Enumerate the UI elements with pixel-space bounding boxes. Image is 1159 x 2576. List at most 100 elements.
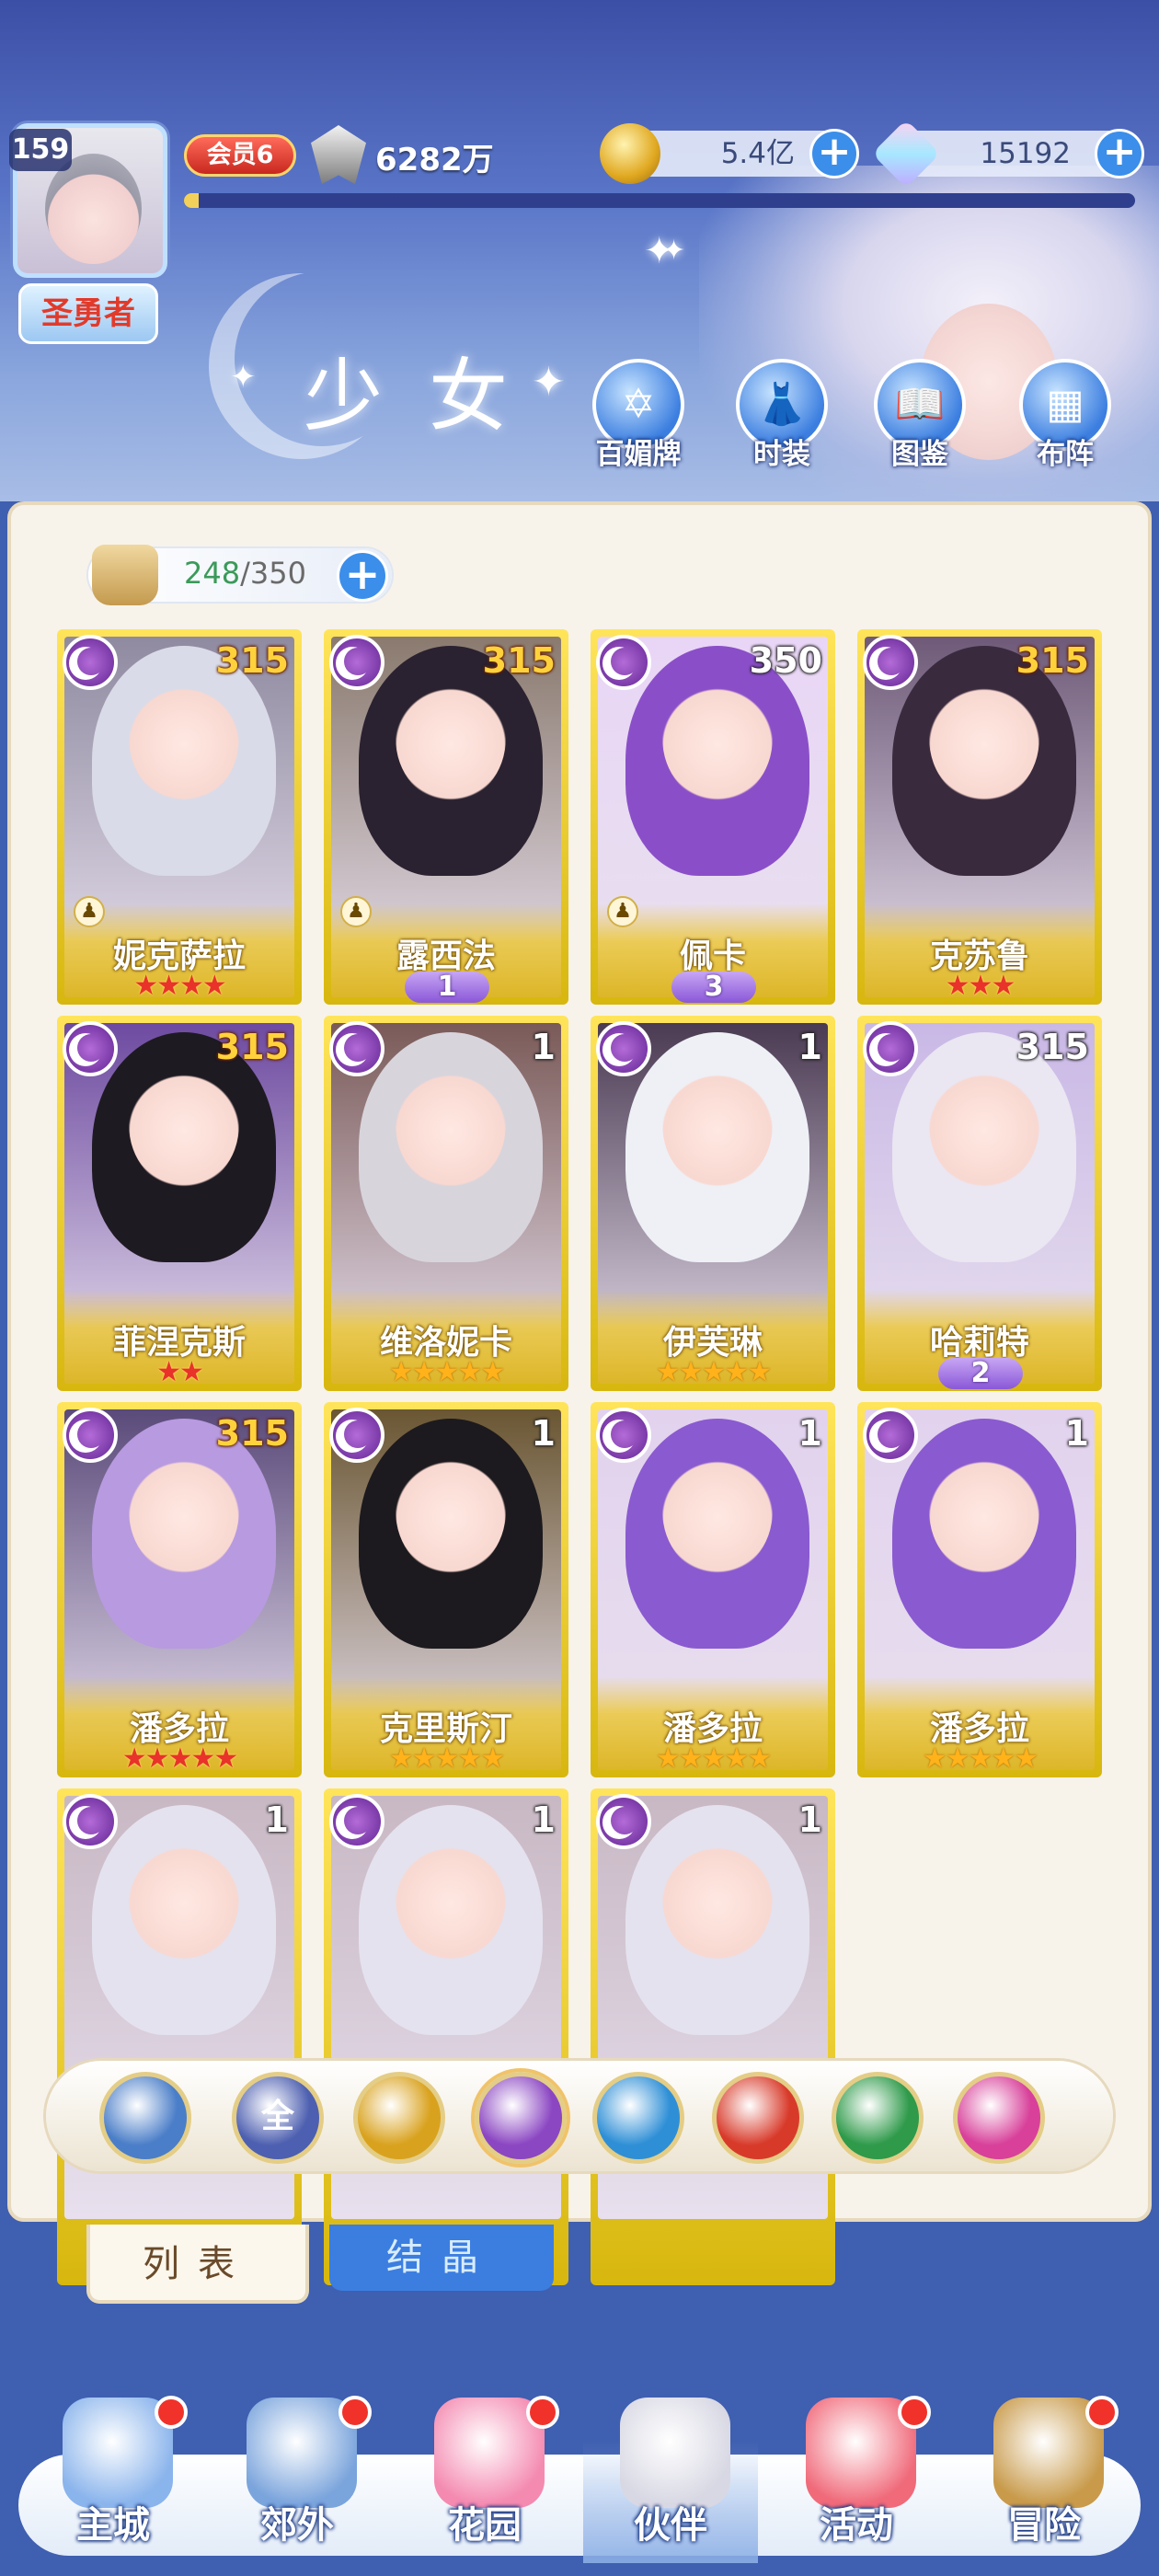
moon-element-icon <box>596 635 651 690</box>
character-card[interactable]: 315 哈莉特 2 <box>857 1016 1102 1391</box>
star-rating: ★★ <box>156 1356 204 1388</box>
moon-element-icon <box>596 1794 651 1849</box>
moon-filter-button[interactable] <box>475 2072 567 2164</box>
nav-item[interactable]: 郊外 <box>210 2388 384 2563</box>
character-card[interactable]: 315 潘多拉 ★★★★★ <box>57 1402 302 1777</box>
formation-button[interactable]: ▦ 布阵 <box>1006 359 1124 478</box>
costume-button[interactable]: 👗 时装 <box>723 359 841 478</box>
gold-coin-icon <box>600 123 660 184</box>
player-level: 159 <box>9 129 72 171</box>
character-level: 1 <box>1064 1413 1089 1454</box>
character-card[interactable]: 315 ♟ 露西法 1 <box>324 629 568 1005</box>
character-level: 1 <box>531 1413 556 1454</box>
bag-icon <box>92 545 158 605</box>
star-rating: ★★★★★ <box>388 1742 505 1775</box>
power-icon <box>311 125 366 184</box>
character-card[interactable]: 350 ♟ 佩卡 3 <box>591 629 835 1005</box>
chaos-filter-button[interactable] <box>953 2072 1045 2164</box>
nav-label: 活动 <box>820 2504 893 2547</box>
moon-element-icon <box>329 1794 384 1849</box>
notification-dot <box>526 2396 559 2429</box>
character-card[interactable]: 1 伊芙琳 ★★★★★ <box>591 1016 835 1391</box>
nav-label: 花园 <box>448 2504 522 2547</box>
character-card[interactable]: 1 克里斯汀 ★★★★★ <box>324 1402 568 1777</box>
nav-item[interactable]: 冒险 <box>957 2388 1131 2563</box>
character-card[interactable]: 1 <box>57 1788 302 2285</box>
character-face <box>396 673 506 802</box>
class-filter-button[interactable] <box>99 2072 191 2164</box>
character-level: 350 <box>749 640 822 681</box>
fire-filter-button[interactable] <box>712 2072 804 2164</box>
moon-element-icon <box>63 1021 118 1076</box>
expand-capacity-button[interactable]: + <box>337 550 388 602</box>
character-level: 315 <box>1016 1027 1089 1067</box>
moon-element-icon <box>63 1794 118 1849</box>
formation-label: 布阵 <box>1037 438 1094 471</box>
star-rating: ★★★★★ <box>655 1356 772 1388</box>
character-card[interactable]: 315 菲涅克斯 ★★ <box>57 1016 302 1391</box>
all-filter-button[interactable]: 全 <box>232 2072 324 2164</box>
nav-item[interactable]: 主城 <box>26 2388 201 2563</box>
exp-bar <box>184 193 1135 208</box>
tab-crystal[interactable]: 结晶 <box>329 2225 554 2291</box>
character-face <box>662 673 773 802</box>
nav-label: 主城 <box>76 2504 150 2547</box>
awaken-wing-badge: 3 <box>671 972 756 1003</box>
exp-bar-fill <box>184 193 199 208</box>
character-level: 315 <box>482 640 556 681</box>
moon-element-icon <box>329 1408 384 1463</box>
add-gold-button[interactable]: + <box>809 129 859 178</box>
character-face <box>929 1446 1039 1575</box>
character-card[interactable]: 1 <box>324 1788 568 2285</box>
moon-element-icon <box>329 1021 384 1076</box>
character-face <box>396 1060 506 1189</box>
tab-list[interactable]: 列表 <box>86 2225 309 2304</box>
character-face <box>662 1833 773 1961</box>
moon-element-icon <box>863 635 918 690</box>
star-rating: ★★★★★ <box>655 1742 772 1775</box>
star-rating: ★★★★ <box>133 970 227 1002</box>
moon-element-icon <box>596 1408 651 1463</box>
character-level: 315 <box>215 1027 289 1067</box>
nav-item[interactable]: 活动 <box>769 2388 944 2563</box>
character-face <box>929 1060 1039 1189</box>
awaken-wing-badge: 1 <box>405 972 489 1003</box>
character-face <box>129 1446 239 1575</box>
character-card[interactable]: 1 潘多拉 ★★★★★ <box>857 1402 1102 1777</box>
character-card[interactable]: 1 维洛妮卡 ★★★★★ <box>324 1016 568 1391</box>
notification-dot <box>155 2396 188 2429</box>
card-deck-button[interactable]: ✡ 百媚牌 <box>580 359 697 478</box>
sun-filter-button[interactable] <box>353 2072 445 2164</box>
gallery-button[interactable]: 📖 图鉴 <box>861 359 979 478</box>
character-face <box>396 1833 506 1961</box>
character-card[interactable]: 315 ♟ 妮克萨拉 ★★★★ <box>57 629 302 1005</box>
nav-icon <box>620 2398 730 2508</box>
nav-item[interactable]: 花园 <box>397 2388 572 2563</box>
character-face <box>662 1446 773 1575</box>
moon-element-icon <box>863 1021 918 1076</box>
costume-label: 时装 <box>753 438 810 471</box>
nav-label: 伙伴 <box>634 2504 707 2547</box>
water-filter-button[interactable] <box>592 2072 684 2164</box>
notification-dot <box>339 2396 372 2429</box>
wind-filter-button[interactable] <box>832 2072 924 2164</box>
bottom-nav: 主城 郊外 花园 伙伴 活动 冒险 <box>0 2388 1159 2576</box>
character-face <box>129 673 239 802</box>
character-card[interactable]: 315 克苏鲁 ★★★ <box>857 629 1102 1005</box>
character-card[interactable]: 1 潘多拉 ★★★★★ <box>591 1402 835 1777</box>
all-icon: 全 <box>260 2098 294 2135</box>
page-title: 少女 <box>304 351 554 443</box>
moon-element-icon <box>63 1408 118 1463</box>
vip-badge[interactable]: 会员6 <box>184 134 296 177</box>
moon-element-icon <box>863 1408 918 1463</box>
character-level: 1 <box>264 1800 289 1840</box>
character-level: 1 <box>531 1027 556 1067</box>
add-gem-button[interactable]: + <box>1095 129 1144 178</box>
character-level: 1 <box>531 1800 556 1840</box>
character-card[interactable]: 1 <box>591 1788 835 2285</box>
nav-label: 郊外 <box>260 2504 334 2547</box>
notification-dot <box>898 2396 931 2429</box>
nav-item[interactable]: 伙伴 <box>583 2388 758 2563</box>
player-title-badge[interactable]: 圣勇者 <box>18 283 158 344</box>
character-level: 1 <box>798 1413 822 1454</box>
